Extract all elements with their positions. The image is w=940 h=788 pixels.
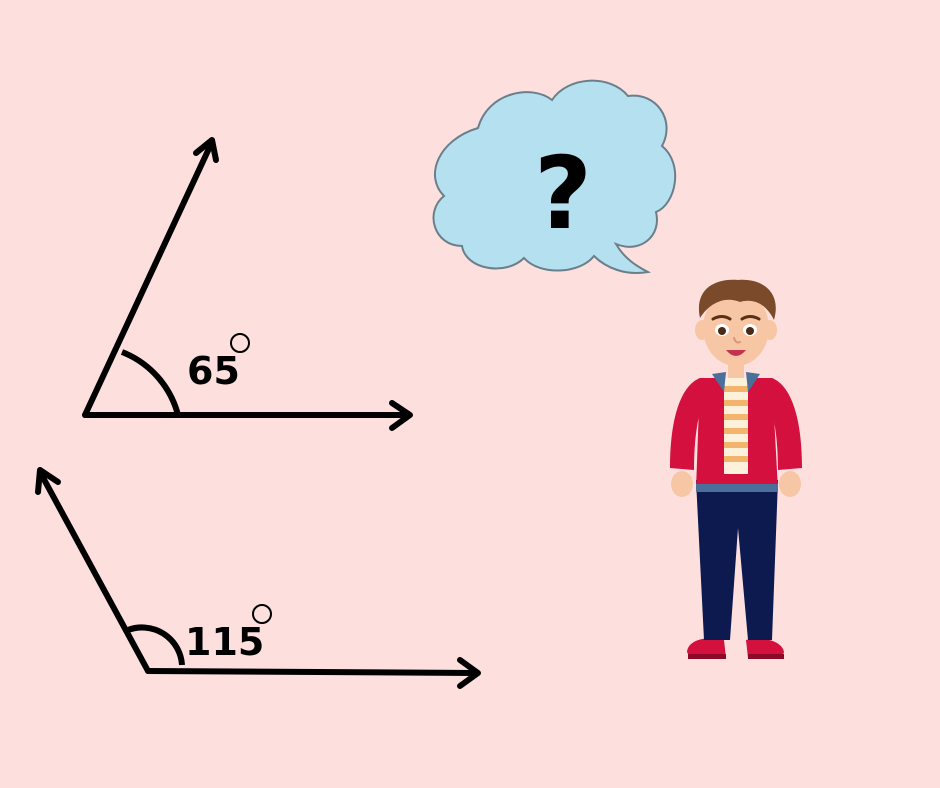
angle-115-label: 115 (185, 620, 264, 664)
shirt-stripe (724, 428, 748, 434)
diagram-canvas: 65 115 ? (0, 0, 940, 788)
angle-115-side-ray (37, 469, 151, 674)
angle-65-degree-symbol (230, 333, 250, 353)
right-pupil (746, 327, 754, 335)
shirt-stripe (724, 442, 748, 448)
jacket-hem (696, 484, 778, 492)
angle-65-arc (120, 349, 181, 416)
shirt-stripe (724, 386, 748, 392)
shirt-stripe (724, 400, 748, 406)
left-shoe-sole (688, 654, 726, 659)
question-mark: ? (534, 135, 592, 252)
boy-character-icon (670, 279, 802, 659)
angle-115-base-ray (145, 668, 479, 676)
angle-115-group: 115 (35, 467, 481, 689)
right-hand (779, 471, 801, 497)
shirt-stripe (724, 414, 748, 420)
shirt-stripe (724, 456, 748, 462)
pants (696, 480, 778, 640)
right-shoe-sole (748, 654, 784, 659)
angle-diagram: 65 115 ? (35, 79, 802, 689)
left-pupil (718, 327, 726, 335)
thought-bubble: ? (432, 79, 677, 274)
left-hand (671, 471, 693, 497)
angle-65-label: 65 (187, 349, 240, 393)
angle-65-group: 65 (82, 137, 413, 431)
